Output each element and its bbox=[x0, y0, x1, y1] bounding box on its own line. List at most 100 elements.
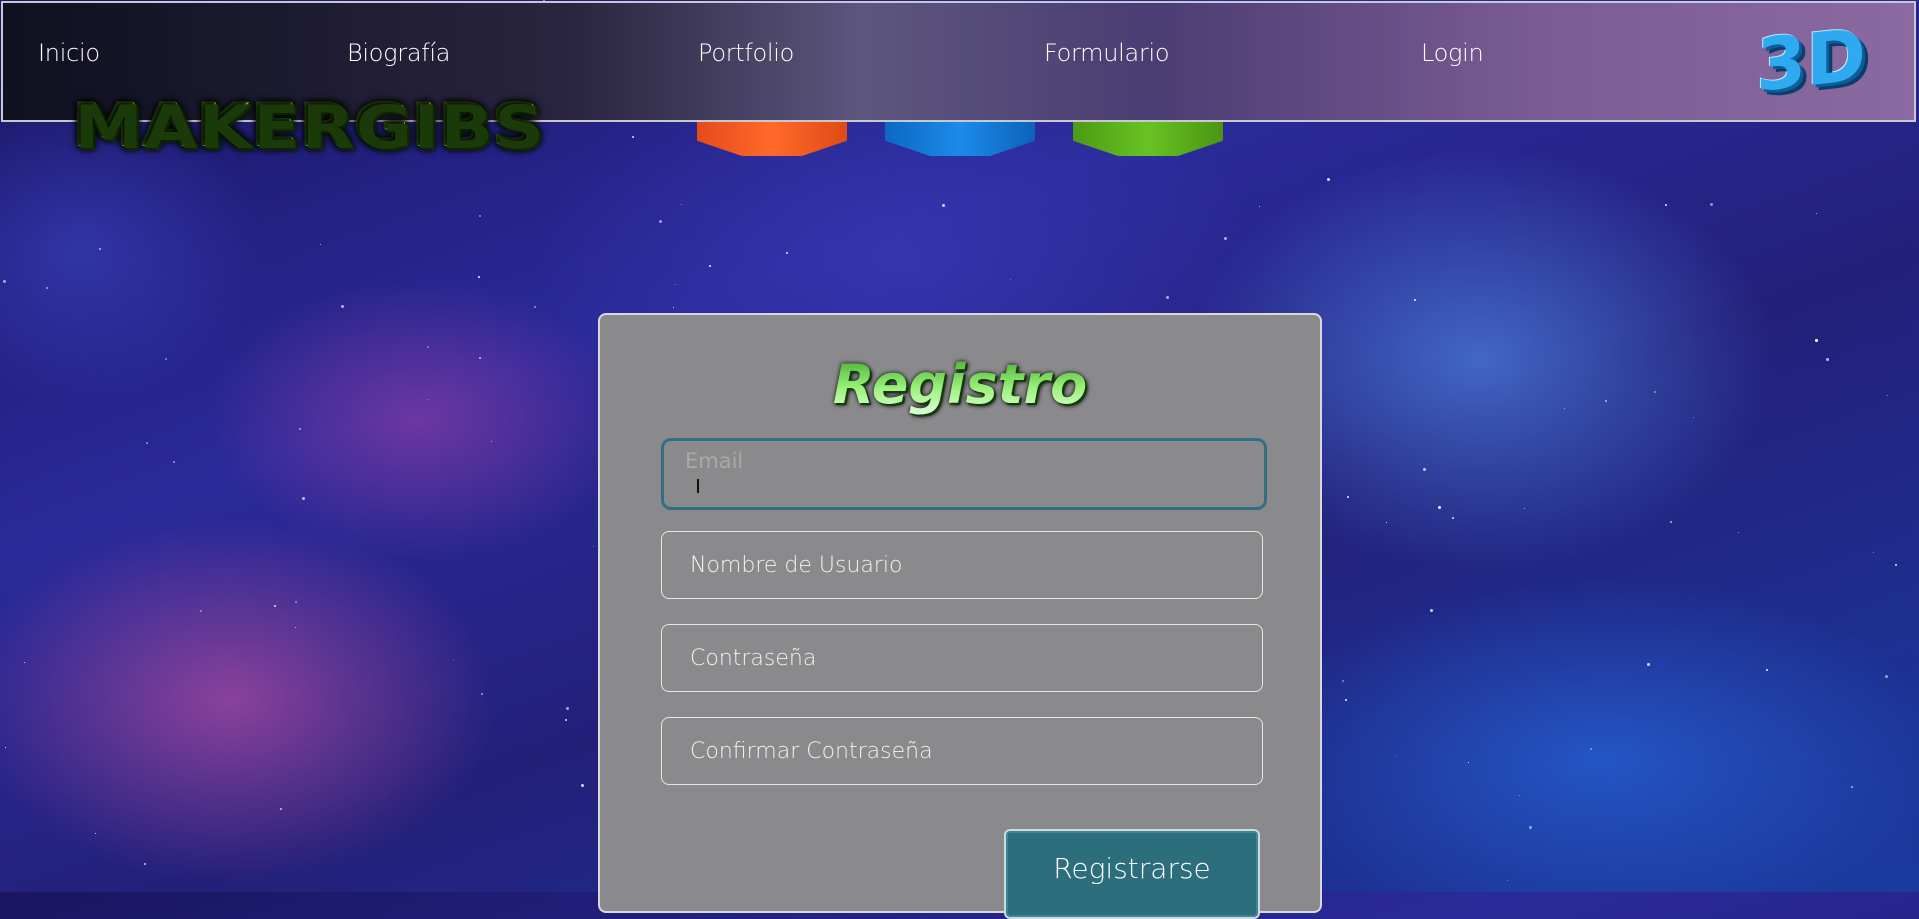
star bbox=[1327, 178, 1330, 181]
star bbox=[593, 546, 594, 547]
star bbox=[1815, 339, 1818, 342]
star bbox=[534, 306, 536, 308]
form-title: Registro bbox=[600, 353, 1320, 417]
star bbox=[1873, 552, 1874, 553]
star bbox=[1693, 417, 1694, 418]
star bbox=[1452, 517, 1454, 519]
star bbox=[1224, 237, 1227, 240]
blue-cube-icon bbox=[885, 122, 1035, 156]
star bbox=[681, 204, 682, 205]
nav-portfolio[interactable]: Portfolio bbox=[698, 39, 794, 67]
star bbox=[1647, 663, 1650, 666]
star bbox=[274, 605, 276, 607]
star bbox=[302, 497, 305, 500]
star bbox=[1564, 408, 1565, 409]
star bbox=[1345, 699, 1347, 701]
star bbox=[99, 248, 101, 250]
password-field[interactable] bbox=[661, 624, 1263, 692]
star bbox=[1670, 521, 1672, 523]
star bbox=[428, 399, 429, 400]
star bbox=[1414, 299, 1416, 301]
star bbox=[1430, 609, 1433, 612]
email-input[interactable] bbox=[664, 441, 1264, 507]
star bbox=[786, 252, 788, 254]
star bbox=[320, 244, 321, 245]
star bbox=[479, 215, 481, 217]
star bbox=[1654, 391, 1656, 393]
text-caret bbox=[697, 479, 699, 493]
email-field[interactable]: Email bbox=[661, 438, 1267, 510]
star bbox=[1766, 669, 1768, 671]
star bbox=[5, 747, 6, 748]
star bbox=[1519, 795, 1520, 796]
star bbox=[481, 693, 483, 695]
orange-cube-icon bbox=[697, 122, 847, 156]
brand-logo[interactable]: MAKERGIBS bbox=[72, 96, 543, 156]
username-input[interactable] bbox=[662, 532, 1262, 598]
nav-inicio[interactable]: Inicio bbox=[38, 39, 100, 67]
star bbox=[295, 601, 297, 603]
star bbox=[1423, 468, 1426, 471]
star bbox=[427, 346, 429, 348]
star bbox=[1529, 826, 1532, 829]
star bbox=[632, 136, 634, 138]
star bbox=[46, 287, 48, 289]
star bbox=[581, 784, 584, 787]
star bbox=[95, 833, 96, 834]
star bbox=[673, 307, 674, 308]
3d-logo[interactable]: 3D bbox=[1751, 11, 1871, 110]
star bbox=[709, 265, 711, 267]
star bbox=[173, 461, 175, 463]
star bbox=[453, 659, 454, 660]
star bbox=[1347, 496, 1349, 498]
star bbox=[1738, 532, 1739, 533]
star bbox=[200, 610, 202, 612]
green-cube-icon bbox=[1073, 122, 1223, 156]
star bbox=[280, 808, 282, 810]
star bbox=[1524, 508, 1525, 509]
star bbox=[144, 863, 146, 865]
star bbox=[1507, 880, 1508, 881]
username-field[interactable] bbox=[661, 531, 1263, 599]
nav-formulario[interactable]: Formulario bbox=[1044, 39, 1170, 67]
confirm-password-input[interactable] bbox=[662, 718, 1262, 784]
star bbox=[165, 358, 167, 360]
nav-biografia[interactable]: Biografía bbox=[347, 39, 450, 67]
nav-login[interactable]: Login bbox=[1421, 39, 1484, 67]
password-input[interactable] bbox=[662, 625, 1262, 691]
star bbox=[341, 305, 344, 308]
star bbox=[1468, 762, 1469, 763]
star bbox=[659, 220, 662, 223]
star bbox=[491, 441, 492, 442]
star bbox=[478, 276, 480, 278]
register-button[interactable]: Registrarse bbox=[1004, 829, 1260, 919]
star bbox=[1710, 203, 1713, 206]
star bbox=[942, 204, 945, 207]
star bbox=[299, 428, 301, 430]
star bbox=[1665, 204, 1667, 206]
star bbox=[1166, 296, 1169, 299]
star bbox=[675, 284, 676, 285]
confirm-password-field[interactable] bbox=[661, 717, 1263, 785]
email-label: Email bbox=[685, 449, 744, 473]
star bbox=[295, 627, 296, 628]
star bbox=[479, 357, 481, 359]
star bbox=[1342, 680, 1344, 682]
star bbox=[3, 280, 6, 283]
star bbox=[1010, 279, 1011, 280]
star bbox=[1386, 522, 1387, 523]
star bbox=[565, 719, 567, 721]
star bbox=[566, 707, 569, 710]
star bbox=[1895, 564, 1897, 566]
star bbox=[1851, 786, 1853, 788]
star bbox=[1438, 506, 1441, 509]
star bbox=[1816, 213, 1817, 214]
star bbox=[1605, 400, 1607, 402]
star bbox=[1590, 748, 1592, 750]
star bbox=[1395, 755, 1396, 756]
star bbox=[24, 662, 25, 663]
star bbox=[1826, 358, 1829, 361]
star bbox=[1259, 206, 1260, 207]
star bbox=[1887, 395, 1888, 396]
register-form: Registro Email Registrarse bbox=[598, 313, 1322, 919]
